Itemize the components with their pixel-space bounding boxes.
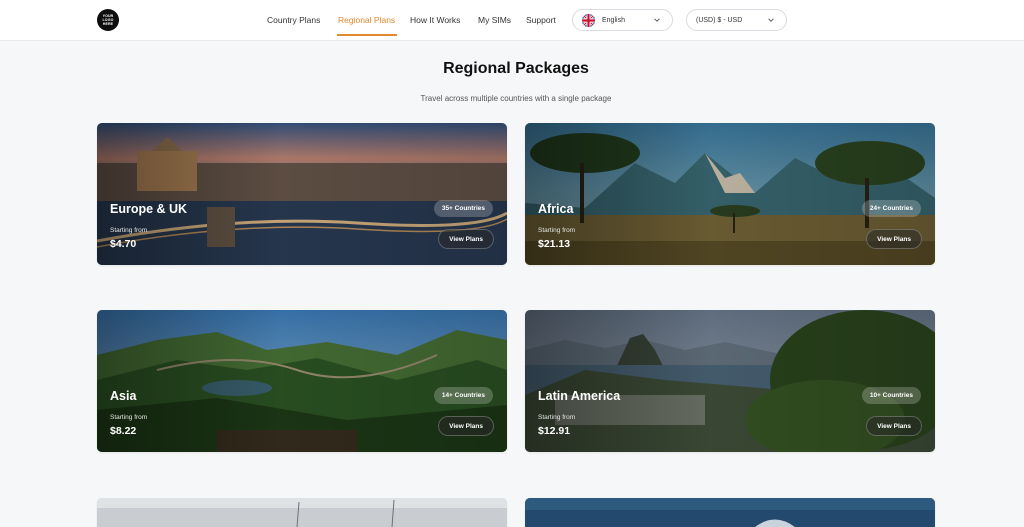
countries-badge: 35+ Countries bbox=[433, 200, 493, 217]
starting-from-label: Starting from bbox=[110, 414, 148, 421]
page-subtitle: Travel across multiple countries with a … bbox=[420, 94, 612, 103]
region-card-asia[interactable]: Asia 14+ Countries Starting from $8.22 V… bbox=[97, 310, 507, 452]
region-card-europe[interactable]: Europe & UK 35+ Countries Starting from … bbox=[97, 123, 507, 265]
partial-card-image bbox=[525, 498, 935, 527]
starting-from-label: Starting from bbox=[538, 227, 576, 234]
nav-my-sims[interactable]: My SIMs bbox=[478, 15, 511, 25]
starting-from-label: Starting from bbox=[538, 414, 576, 421]
currency-value: (USD) $ - USD bbox=[696, 16, 743, 24]
region-card-partial[interactable] bbox=[97, 498, 507, 527]
region-price: $4.70 bbox=[110, 238, 137, 250]
view-plans-button[interactable]: View Plans bbox=[866, 416, 922, 436]
partial-card-image bbox=[97, 498, 507, 527]
nav-active-indicator bbox=[337, 34, 397, 36]
nav-how-it-works[interactable]: How It Works bbox=[410, 15, 460, 25]
countries-badge: 10+ Countries bbox=[861, 387, 921, 404]
region-name: Asia bbox=[110, 389, 137, 403]
chevron-down-icon bbox=[768, 18, 774, 22]
region-card-partial[interactable] bbox=[525, 498, 935, 527]
nav-support[interactable]: Support bbox=[526, 15, 556, 25]
top-header: YOUR LOGO HERE Country Plans Regional Pl… bbox=[0, 0, 1024, 41]
region-name: Latin America bbox=[538, 389, 621, 403]
region-price: $8.22 bbox=[110, 425, 137, 437]
language-select[interactable]: English bbox=[572, 9, 673, 31]
region-name: Europe & UK bbox=[110, 202, 188, 216]
view-plans-button[interactable]: View Plans bbox=[866, 229, 922, 249]
language-value: English bbox=[602, 16, 625, 24]
countries-badge: 14+ Countries bbox=[433, 387, 493, 404]
logo-line: HERE bbox=[102, 22, 114, 26]
page-title: Regional Packages bbox=[443, 60, 589, 77]
region-card-latin-america[interactable]: Latin America 10+ Countries Starting fro… bbox=[525, 310, 935, 452]
currency-select[interactable]: (USD) $ - USD bbox=[686, 9, 787, 31]
nav-regional-plans[interactable]: Regional Plans bbox=[338, 15, 395, 25]
countries-badge: 24+ Countries bbox=[861, 200, 921, 217]
region-price: $21.13 bbox=[538, 238, 571, 250]
region-card-africa[interactable]: Africa 24+ Countries Starting from $21.1… bbox=[525, 123, 935, 265]
view-plans-button[interactable]: View Plans bbox=[438, 229, 494, 249]
starting-from-label: Starting from bbox=[110, 227, 148, 234]
logo[interactable]: YOUR LOGO HERE bbox=[97, 9, 119, 31]
view-plans-button[interactable]: View Plans bbox=[438, 416, 494, 436]
nav-country-plans[interactable]: Country Plans bbox=[267, 15, 320, 25]
region-price: $12.91 bbox=[538, 425, 571, 437]
region-name: Africa bbox=[538, 202, 574, 216]
uk-flag-icon bbox=[582, 13, 595, 27]
chevron-down-icon bbox=[654, 18, 660, 22]
